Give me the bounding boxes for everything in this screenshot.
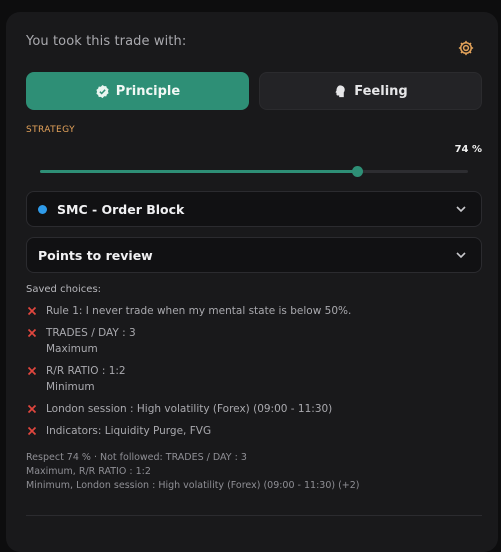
saved-choice-subtext: Minimum bbox=[46, 381, 95, 393]
summary-line: Maximum, R/R RATIO : 1:2 bbox=[26, 466, 151, 477]
feeling-button[interactable]: Feeling bbox=[259, 72, 482, 110]
chevron-down-icon bbox=[456, 252, 466, 259]
points-to-review-select[interactable]: Points to review bbox=[26, 237, 482, 273]
principle-button[interactable]: Principle bbox=[26, 72, 249, 110]
summary-line: Respect 74 % · Not followed: TRADES / DA… bbox=[26, 452, 247, 463]
divider bbox=[26, 515, 482, 516]
cross-icon bbox=[27, 306, 37, 316]
saved-choice-text: Indicators: Liquidity Purge, FVG bbox=[46, 425, 212, 437]
saved-choice-text: R/R RATIO : 1:2 bbox=[46, 365, 126, 377]
summary-line: Minimum, London session : High volatilit… bbox=[26, 480, 360, 491]
saved-choice-text: TRADES / DAY : 3 bbox=[46, 327, 136, 339]
strategy-slider-thumb[interactable] bbox=[351, 166, 363, 177]
saved-choice-text: London session : High volatility (Forex)… bbox=[46, 403, 333, 415]
strategy-color-dot bbox=[38, 204, 47, 214]
principle-label: Principle bbox=[115, 83, 181, 99]
cross-icon bbox=[27, 366, 37, 376]
trade-prompt: You took this trade with: bbox=[26, 34, 187, 49]
strategy-select[interactable]: SMC - Order Block bbox=[26, 191, 482, 227]
strategy-percent: 74 % bbox=[454, 144, 482, 155]
saved-choice-subtext: Maximum bbox=[46, 343, 98, 355]
strategy-slider[interactable] bbox=[40, 166, 468, 177]
cross-icon bbox=[27, 404, 37, 414]
respect-summary: Respect 74 % · Not followed: TRADES / DA… bbox=[26, 451, 360, 493]
strategy-label: STRATEGY bbox=[26, 125, 75, 135]
head-icon bbox=[333, 84, 348, 99]
check-badge-icon bbox=[95, 84, 110, 99]
chevron-down-icon bbox=[456, 206, 466, 213]
saved-choices-title: Saved choices: bbox=[26, 284, 102, 295]
strategy-selected: SMC - Order Block bbox=[57, 201, 185, 217]
feeling-label: Feeling bbox=[354, 83, 408, 99]
strategy-slider-fill bbox=[40, 170, 357, 173]
cross-icon bbox=[27, 328, 37, 338]
gear-icon[interactable] bbox=[457, 39, 475, 57]
cross-icon bbox=[27, 426, 37, 436]
points-to-review-label: Points to review bbox=[38, 247, 153, 263]
saved-choice-text: Rule 1: I never trade when my mental sta… bbox=[46, 305, 352, 317]
